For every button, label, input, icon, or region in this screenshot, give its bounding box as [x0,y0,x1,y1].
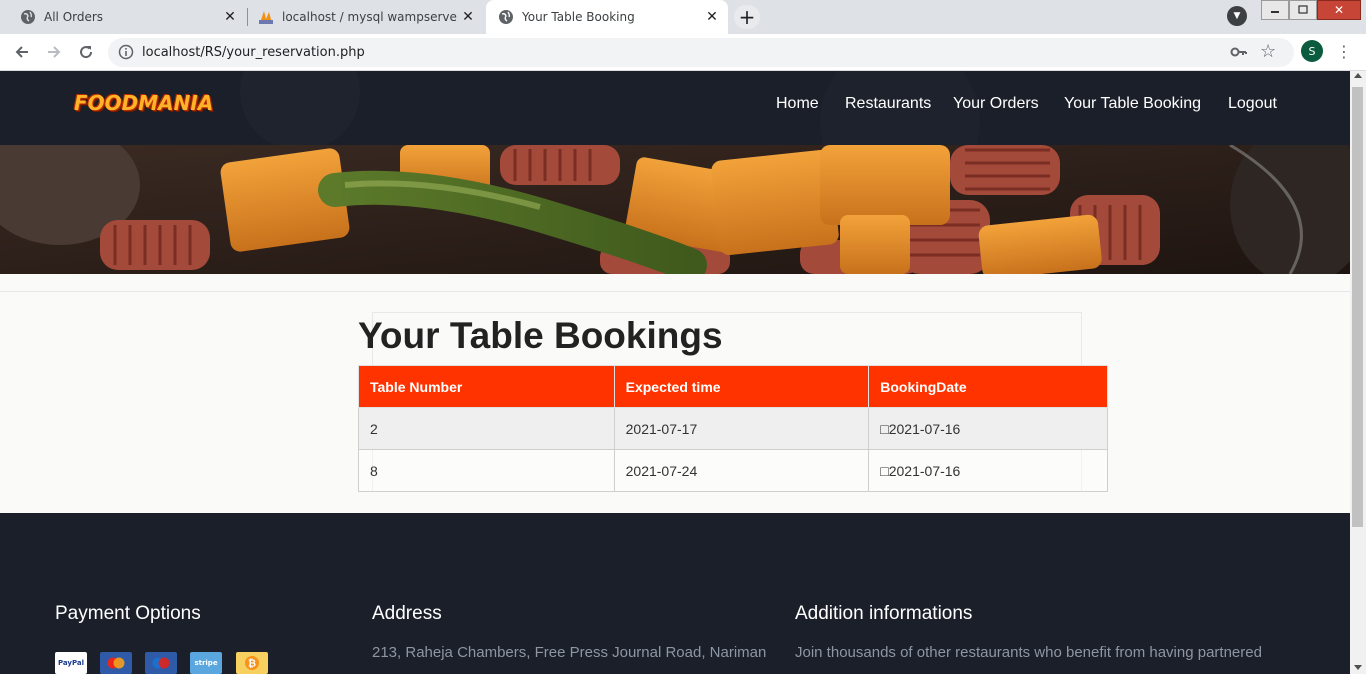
close-tab-icon[interactable]: ✕ [458,9,478,25]
forward-arrow-icon[interactable] [42,40,66,64]
new-tab-button[interactable]: + [734,5,760,29]
nav-your-orders[interactable]: Your Orders [953,95,1039,113]
tab-title: Your Table Booking [522,10,635,24]
scroll-down-arrow-icon[interactable] [1354,665,1362,670]
expected-time-cell: 2021-07-24 [613,449,870,492]
nav-home[interactable]: Home [776,95,819,113]
svg-text:₿: ₿ [248,658,256,670]
nav-link[interactable]: Home [776,95,819,112]
food-banner-illustration [0,145,1350,274]
tab-search-icon[interactable]: ▼ [1227,6,1247,26]
page-scrollbar[interactable] [1350,71,1366,674]
address-heading: Address [372,603,442,624]
tab-phpmyadmin[interactable]: localhost / mysql wampserver / d ✕ [248,0,484,34]
web-page: FOODMANIA Home Restaurants Your Orders Y… [0,71,1350,674]
back-arrow-icon[interactable] [10,40,34,64]
tab-title: localhost / mysql wampserver / d [282,10,458,24]
address-text: 213, Raheja Chambers, Free Press Journal… [372,644,767,661]
column-header-booking-date: BookingDate [868,365,1108,408]
tab-all-orders[interactable]: All Orders ✕ [0,0,246,34]
scroll-up-arrow-icon[interactable] [1354,73,1362,78]
expected-time-cell: 2021-07-17 [613,407,870,450]
stripe-icon: stripe [190,652,222,674]
browser-tab-strip: All Orders ✕ localhost / mysql wampserve… [0,0,1366,34]
url-text[interactable]: localhost/RS/your_reservation.php [142,45,365,60]
reload-icon[interactable] [74,40,98,64]
profile-avatar[interactable]: S [1301,40,1323,62]
phpmyadmin-icon [258,9,274,25]
booking-date-cell: □2021-07-16 [868,407,1108,450]
nav-link[interactable]: Restaurants [845,95,931,112]
booking-date-cell: □2021-07-16 [868,449,1108,492]
info-icon[interactable] [118,44,134,60]
scrollbar-thumb[interactable] [1352,87,1363,527]
mastercard-icon [100,652,132,674]
nav-link[interactable]: Your Orders [953,95,1039,112]
foodmania-logo[interactable]: FOODMANIA [74,91,213,115]
site-header: FOODMANIA Home Restaurants Your Orders Y… [0,71,1350,145]
additional-info-text: Join thousands of other restaurants who … [795,644,1262,661]
column-header-table-number: Table Number [358,365,615,408]
maestro-icon [145,652,177,674]
site-footer: Payment Options PayPal stripe ₿ Address … [0,513,1350,674]
globe-icon [498,9,514,25]
table-number-cell: 2 [358,407,615,450]
additional-info-heading: Addition informations [795,603,973,624]
nav-your-table-booking[interactable]: Your Table Booking [1064,95,1201,113]
key-icon[interactable] [1230,44,1248,64]
minimize-button[interactable] [1261,0,1289,20]
column-header-expected-time: Expected time [613,365,870,408]
globe-icon [20,9,36,25]
table-row: 2 2021-07-17 □2021-07-16 [358,407,1108,450]
table-number-cell: 8 [358,449,615,492]
close-window-button[interactable]: ✕ [1317,0,1361,20]
table-header-row: Table Number Expected time BookingDate [358,365,1108,408]
bookmark-star-icon[interactable]: ☆ [1260,41,1276,62]
nav-link[interactable]: Your Table Booking [1064,95,1201,112]
nav-link[interactable]: Logout [1228,95,1277,112]
close-tab-icon[interactable]: ✕ [220,9,240,25]
browser-toolbar: localhost/RS/your_reservation.php ☆ S ⋮ [0,34,1366,71]
tab-title: All Orders [44,10,104,24]
nav-logout[interactable]: Logout [1228,95,1277,113]
food-banner-image [0,145,1350,274]
bitcoin-icon: ₿ [236,652,268,674]
page-title: Your Table Bookings [358,315,723,356]
nav-restaurants[interactable]: Restaurants [845,95,931,113]
paypal-icon: PayPal [55,652,87,674]
payment-options-heading: Payment Options [55,603,201,624]
address-bar[interactable]: localhost/RS/your_reservation.php ☆ [108,38,1294,67]
bookings-table: Table Number Expected time BookingDate 2… [358,365,1108,492]
maximize-button[interactable] [1289,0,1317,20]
tab-your-table-booking[interactable]: Your Table Booking ✕ [486,0,728,34]
more-menu-icon[interactable]: ⋮ [1334,41,1354,63]
section-divider [0,291,1350,292]
close-tab-icon[interactable]: ✕ [702,9,722,25]
table-row: 8 2021-07-24 □2021-07-16 [358,449,1108,492]
